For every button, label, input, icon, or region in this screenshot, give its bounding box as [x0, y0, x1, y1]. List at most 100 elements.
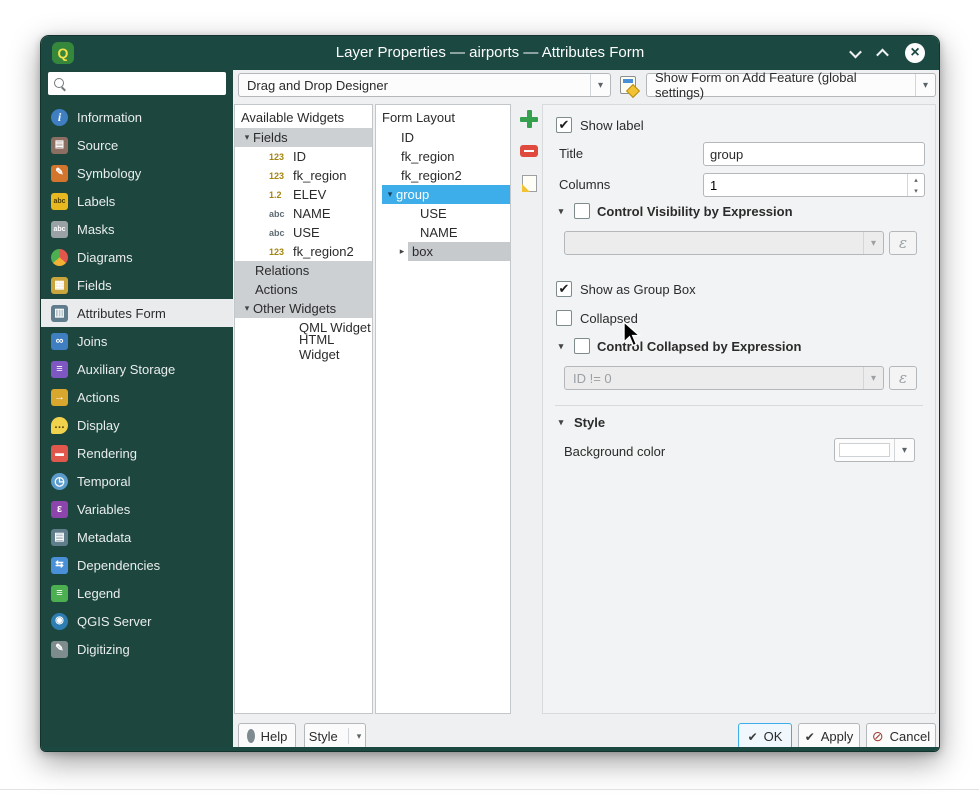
form-layout-item-id[interactable]: ID: [376, 128, 510, 147]
sidebar-item-masks[interactable]: Masks: [41, 215, 233, 243]
sidebar-item-digitizing[interactable]: Digitizing: [41, 635, 233, 663]
collapse-arrow-icon[interactable]: [555, 206, 567, 217]
chevron-up-button[interactable]: [876, 48, 889, 61]
form-open-mode-select[interactable]: Show Form on Add Feature (global setting…: [646, 73, 936, 97]
sidebar-item-temporal[interactable]: Temporal: [41, 467, 233, 495]
style-dropdown-button[interactable]: Style: [304, 723, 366, 749]
form-layout-item-use[interactable]: USE: [376, 204, 510, 223]
layer-properties-dialog: Layer Properties — airports — Attributes…: [40, 35, 940, 752]
add-container-button[interactable]: [516, 106, 542, 132]
sidebar-item-joins[interactable]: Joins: [41, 327, 233, 355]
collapsed-expression-checkbox[interactable]: [574, 338, 590, 354]
ok-button[interactable]: OK: [738, 723, 792, 749]
widget-item-fk-region[interactable]: 123fk_region: [235, 166, 372, 185]
sidebar-item-legend[interactable]: Legend: [41, 579, 233, 607]
expand-arrow-icon[interactable]: [241, 132, 253, 143]
widget-category-relations[interactable]: Relations: [235, 261, 372, 280]
widget-item-name[interactable]: abcNAME: [235, 204, 372, 223]
designer-mode-select[interactable]: Drag and Drop Designer: [238, 73, 611, 97]
chevron-down-button[interactable]: [849, 45, 862, 58]
widget-category-actions[interactable]: Actions: [235, 280, 372, 299]
sidebar-item-source[interactable]: Source: [41, 131, 233, 159]
expand-arrow-icon[interactable]: [241, 303, 253, 314]
form-layout-item-fk-region[interactable]: fk_region: [376, 147, 510, 166]
sidebar-item-attributes-form[interactable]: Attributes Form: [41, 299, 233, 327]
sidebar-item-dependencies[interactable]: Dependencies: [41, 551, 233, 579]
sidebar-item-symbology[interactable]: Symbology: [41, 159, 233, 187]
title-input[interactable]: [703, 142, 925, 166]
sidebar-item-label: QGIS Server: [77, 614, 151, 629]
sidebar: Information Source Symbology Labels Mask…: [41, 70, 233, 751]
widget-item-fk-region2[interactable]: 123fk_region2: [235, 242, 372, 261]
show-as-group-box-checkbox[interactable]: [556, 281, 572, 297]
selected-row-highlight: group: [382, 185, 510, 204]
apply-button[interactable]: Apply: [798, 723, 860, 749]
columns-spinner[interactable]: ▴▾: [703, 173, 925, 197]
spinner-buttons[interactable]: ▴▾: [907, 174, 924, 196]
collapsed-expression-combo[interactable]: ID != 0: [564, 366, 884, 390]
collapsed-expression-value: ID != 0: [573, 371, 612, 386]
tree-item-label: NAME: [420, 225, 458, 240]
widget-item-use[interactable]: abcUSE: [235, 223, 372, 242]
widget-category-fields[interactable]: Fields: [235, 128, 372, 147]
sidebar-item-label: Joins: [77, 334, 107, 349]
tree-item-label: Relations: [255, 263, 309, 278]
sidebar-search[interactable]: [48, 72, 226, 95]
info-icon: [51, 109, 68, 126]
sidebar-item-diagrams[interactable]: Diagrams: [41, 243, 233, 271]
chevron-down-icon: [348, 728, 362, 744]
form-layout-item-name[interactable]: NAME: [376, 223, 510, 242]
sidebar-item-rendering[interactable]: Rendering: [41, 439, 233, 467]
background-color-label: Background color: [564, 444, 665, 459]
titlebar[interactable]: Layer Properties — airports — Attributes…: [41, 36, 939, 70]
sidebar-item-label: Labels: [77, 194, 115, 209]
spinner-up-icon[interactable]: ▴: [908, 174, 924, 185]
sidebar-search-input[interactable]: [71, 72, 221, 95]
collapsed-expression-label: Control Collapsed by Expression: [597, 339, 801, 354]
collapsed-checkbox[interactable]: [556, 310, 572, 326]
expand-arrow-icon[interactable]: [396, 246, 408, 257]
sidebar-item-qgis-server[interactable]: QGIS Server: [41, 607, 233, 635]
visibility-expression-checkbox[interactable]: [574, 203, 590, 219]
close-button[interactable]: [905, 43, 925, 63]
form-layout-item-fk-region2[interactable]: fk_region2: [376, 166, 510, 185]
help-label: Help: [261, 729, 288, 744]
sidebar-item-metadata[interactable]: Metadata: [41, 523, 233, 551]
collapse-arrow-icon[interactable]: [555, 417, 567, 428]
style-section-label: Style: [574, 415, 605, 430]
check-icon: [805, 729, 815, 744]
background-color-dropdown[interactable]: [834, 438, 915, 462]
cancel-button[interactable]: Cancel: [866, 723, 936, 749]
sidebar-item-information[interactable]: Information: [41, 103, 233, 131]
sidebar-item-auxiliary-storage[interactable]: Auxiliary Storage: [41, 355, 233, 383]
tree-item-label: ID: [401, 130, 414, 145]
field-type-icon: 123: [269, 171, 289, 181]
expression-builder-button[interactable]: [889, 231, 917, 255]
sidebar-item-fields[interactable]: Fields: [41, 271, 233, 299]
sidebar-item-label: Legend: [77, 586, 120, 601]
form-layout-item-group[interactable]: group: [376, 185, 510, 204]
sidebar-item-display[interactable]: Display: [41, 411, 233, 439]
sidebar-nav: Information Source Symbology Labels Mask…: [41, 103, 233, 663]
expression-builder-button[interactable]: [889, 366, 917, 390]
collapse-arrow-icon[interactable]: [555, 341, 567, 352]
cancel-icon: [872, 729, 884, 744]
widget-item-html-widget[interactable]: HTML Widget: [235, 337, 372, 356]
form-settings-button[interactable]: [615, 73, 641, 97]
remove-item-button[interactable]: [516, 138, 542, 164]
form-layout-item-box[interactable]: box: [376, 242, 510, 261]
expand-arrow-icon[interactable]: [384, 189, 396, 200]
tree-item-label: Other Widgets: [253, 301, 336, 316]
show-label-checkbox[interactable]: [556, 117, 572, 133]
sidebar-item-actions[interactable]: Actions: [41, 383, 233, 411]
widget-category-other-widgets[interactable]: Other Widgets: [235, 299, 372, 318]
widget-item-elev[interactable]: 1.2ELEV: [235, 185, 372, 204]
sidebar-item-variables[interactable]: Variables: [41, 495, 233, 523]
edit-item-button[interactable]: [516, 170, 542, 196]
columns-input[interactable]: [704, 174, 906, 196]
visibility-expression-combo[interactable]: [564, 231, 884, 255]
help-button[interactable]: Help: [238, 723, 296, 749]
sidebar-item-labels[interactable]: Labels: [41, 187, 233, 215]
widget-item-id[interactable]: 123ID: [235, 147, 372, 166]
spinner-down-icon[interactable]: ▾: [908, 185, 924, 196]
